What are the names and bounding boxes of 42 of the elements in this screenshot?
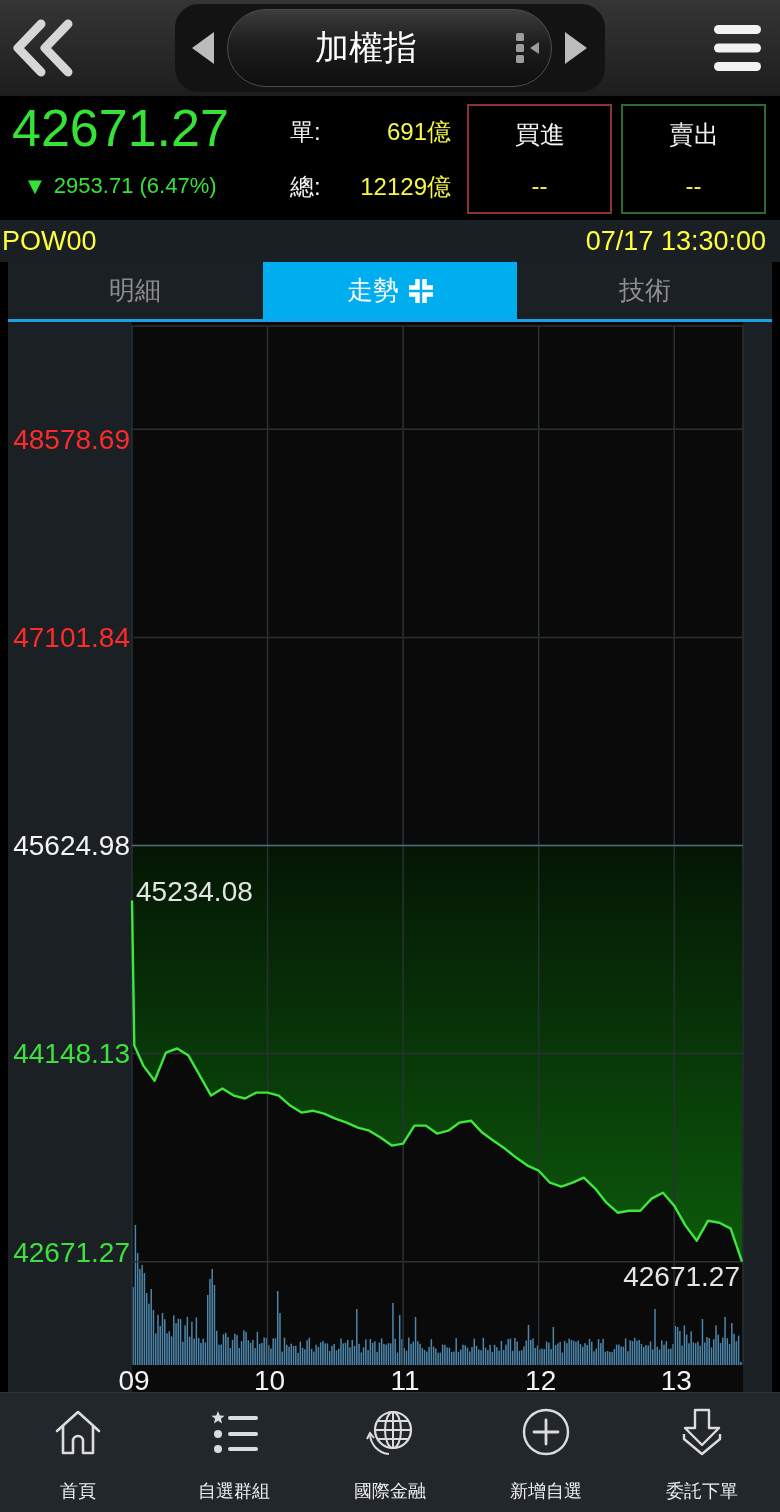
symbol-code: POW00 bbox=[2, 225, 97, 257]
y-axis-label: 48578.69 bbox=[13, 423, 130, 455]
stat-value: 691億 bbox=[385, 117, 451, 147]
y-axis-label: 42671.27 bbox=[13, 1237, 130, 1269]
nav-button[interactable]: 委託下單 bbox=[624, 1393, 780, 1512]
x-axis-label: 13 bbox=[660, 1364, 692, 1392]
nav-button[interactable]: 新增自選 bbox=[468, 1393, 624, 1512]
stat-value: 12129億 bbox=[359, 172, 451, 202]
last-price: 42671.27 bbox=[12, 98, 230, 158]
y-axis-label: 44148.13 bbox=[13, 1038, 130, 1070]
x-axis-label: 10 bbox=[254, 1364, 286, 1392]
symbol-selector[interactable]: 加權指 bbox=[227, 9, 552, 87]
tab[interactable]: 技術 bbox=[517, 262, 772, 319]
stat-label: 總: bbox=[290, 172, 321, 202]
x-axis-label: 12 bbox=[525, 1364, 557, 1392]
order-label: 賣出 bbox=[668, 119, 719, 149]
tab[interactable]: 明細 bbox=[8, 262, 263, 319]
shrink-icon[interactable] bbox=[407, 277, 434, 304]
home-icon bbox=[54, 1408, 102, 1456]
double-chevron-back-icon[interactable] bbox=[11, 19, 75, 77]
nav-button[interactable]: 自選群組 bbox=[156, 1393, 312, 1512]
order-price: -- bbox=[685, 171, 702, 201]
menu-icon[interactable] bbox=[714, 25, 761, 71]
plus-circle-icon bbox=[522, 1408, 570, 1456]
y-axis-label: 45624.98 bbox=[13, 830, 130, 861]
order-price: -- bbox=[531, 171, 548, 201]
price-change: 2953.71 (6.47%) bbox=[53, 172, 217, 200]
globe-icon bbox=[366, 1408, 414, 1456]
right-triangle-icon[interactable] bbox=[565, 32, 587, 64]
nav-button[interactable]: 國際金融 bbox=[312, 1393, 468, 1512]
price-label: 45234.08 bbox=[136, 875, 253, 907]
change-arrow: ▼ bbox=[28, 174, 42, 198]
stat-label: 單: bbox=[290, 117, 321, 147]
price-label: 42671.27 bbox=[623, 1260, 740, 1292]
order-label: 買進 bbox=[514, 119, 565, 149]
x-axis-label: 09 bbox=[118, 1364, 150, 1392]
y-axis-label: 47101.84 bbox=[13, 621, 130, 653]
nav-button[interactable]: 首頁 bbox=[0, 1393, 156, 1512]
left-triangle-icon[interactable] bbox=[192, 32, 214, 64]
x-axis-label: 11 bbox=[390, 1364, 420, 1392]
dots-arrow-icon bbox=[516, 33, 539, 63]
quote-time: 07/17 13:30:00 bbox=[585, 225, 766, 257]
